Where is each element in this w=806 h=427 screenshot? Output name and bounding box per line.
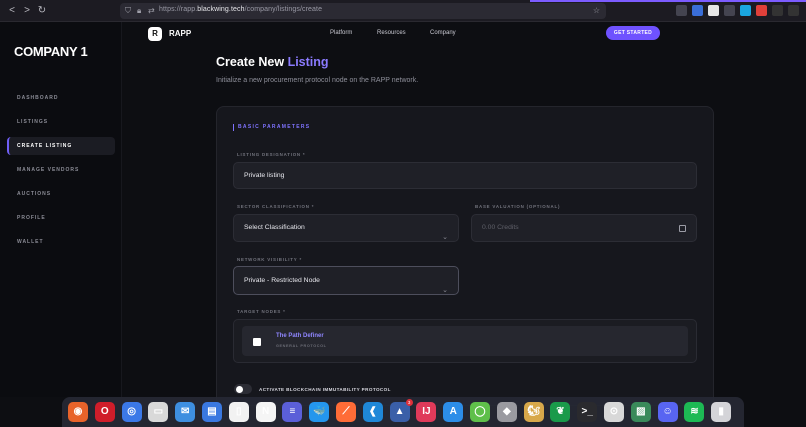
sidebar: COMPANY 1 DASHBOARD LISTINGS CREATE LISTIN…	[0, 22, 122, 397]
immutability-toggle-label: ACTIVATE BLOCKCHAIN IMMUTABILITY PROTOCO…	[259, 387, 391, 392]
section-heading: BASIC PARAMETERS	[233, 124, 310, 131]
toggle-knob	[235, 385, 243, 393]
sidebar-item-create-listing[interactable]: CREATE LISTING	[7, 137, 115, 155]
rapp-logo-icon[interactable]: R	[148, 27, 162, 41]
mongodb-icon[interactable]: ❦	[550, 402, 571, 422]
sidebar-item-manage-vendors[interactable]: MANAGE VENDORS	[7, 161, 115, 179]
sector-select[interactable]: Select Classification ⌄	[233, 214, 459, 242]
browser-toolbar: < > ↻ ⛉ 🔒︎ ⇄ https://rapp.blackwing.tech…	[0, 0, 806, 22]
sidebar-item-profile[interactable]: PROFILE	[7, 209, 115, 227]
nav-link-company[interactable]: Company	[430, 30, 456, 36]
page-load-progress	[530, 0, 806, 2]
visibility-select-value: Private - Restricted Node	[244, 277, 320, 284]
postman-icon[interactable]: ⟋	[336, 402, 356, 422]
sidebar-item-dashboard[interactable]: DASHBOARD	[7, 89, 115, 107]
target-nodes-list: The Path Definer GENERAL PROTOCOL	[233, 319, 697, 363]
chromium-icon[interactable]: ◎	[121, 402, 142, 422]
sidebar-item-wallet[interactable]: WALLET	[7, 233, 115, 251]
chevron-down-icon: ⌄	[442, 287, 448, 294]
lock-icon[interactable]: 🔒︎	[137, 6, 141, 16]
reload-icon[interactable]: ↻	[36, 5, 48, 17]
logo-text[interactable]: RAPP	[169, 29, 191, 38]
page-subtitle: Initialize a new procurement protocol no…	[216, 77, 419, 84]
avatar-icon[interactable]	[708, 5, 719, 16]
red-ext-icon[interactable]	[756, 5, 767, 16]
permissions-icon[interactable]: ⇄	[148, 6, 155, 16]
opera-icon[interactable]: O	[94, 402, 115, 422]
valuation-label: BASE VALUATION (OPTIONAL)	[475, 204, 561, 209]
download-icon[interactable]	[692, 5, 703, 16]
shield-icon[interactable]: ⛉	[125, 6, 131, 16]
vscode-icon[interactable]: ❰	[362, 402, 383, 422]
menu-icon[interactable]	[788, 5, 799, 16]
files-icon[interactable]: ▭	[148, 402, 169, 422]
pocket-icon[interactable]	[772, 5, 783, 16]
app-store-icon[interactable]: A	[443, 402, 464, 422]
node-protocol: GENERAL PROTOCOL	[276, 344, 327, 348]
mail-icon[interactable]: ✉	[175, 402, 196, 422]
discord-icon[interactable]: ☺	[657, 402, 678, 422]
back-icon[interactable]: <	[6, 5, 18, 17]
designation-input[interactable]: Private listing	[233, 162, 697, 189]
notion-icon[interactable]: N	[255, 402, 276, 422]
page-title: Create New Listing	[216, 55, 329, 69]
visibility-select[interactable]: Private - Restricted Node ⌄	[233, 266, 459, 295]
designation-label: LISTING DESIGNATION *	[237, 152, 306, 157]
sidebar-item-auctions[interactable]: AUCTIONS	[7, 185, 115, 203]
pdf-icon[interactable]: ▯	[228, 402, 249, 422]
docker-icon[interactable]: 🐳	[309, 402, 330, 422]
diamond-icon[interactable]	[740, 5, 751, 16]
spotify-icon[interactable]: ≋	[684, 402, 705, 422]
visibility-label: NETWORK VISIBILITY *	[237, 257, 302, 262]
bookmark-star-icon[interactable]: ☆	[593, 6, 600, 16]
target-nodes-label: TARGET NODES *	[237, 309, 286, 314]
image-viewer-icon[interactable]: ▨	[630, 402, 651, 422]
firefox-icon[interactable]: ◉	[68, 402, 88, 422]
taskbar-dock: ◉ O ◎ ▭ ✉ ▤ ▯ N ≡ 🐳 ⟋ ❰ ▲ 3 IJ A ◯ ◆ 🐿 ❦ >_ ⊙ ▨ ☺ ≋ ▮	[62, 397, 744, 427]
cube-app-icon[interactable]: ◆	[496, 402, 517, 422]
company-name: COMPANY 1	[14, 44, 88, 59]
chevron-down-icon: ⌄	[442, 234, 448, 241]
sector-select-value: Select Classification	[244, 224, 305, 231]
trash-icon[interactable]: ▮	[711, 402, 732, 422]
listing-form-card: BASIC PARAMETERS LISTING DESIGNATION * P…	[216, 106, 714, 406]
node-checkbox[interactable]	[253, 338, 261, 346]
forward-icon[interactable]: >	[21, 5, 33, 17]
immutability-toggle[interactable]	[234, 384, 252, 394]
sector-label: SECTOR CLASSIFICATION *	[237, 204, 315, 209]
shield-icon[interactable]	[676, 5, 687, 16]
text-editor-icon[interactable]: ≡	[282, 402, 303, 422]
node-option[interactable]: The Path Definer GENERAL PROTOCOL	[242, 326, 688, 356]
node-name: The Path Definer	[276, 333, 324, 339]
docs-icon[interactable]: ▤	[202, 402, 222, 422]
dbeaver-icon[interactable]: 🐿	[523, 402, 544, 422]
notification-badge: 3	[405, 399, 413, 406]
address-bar[interactable]: ⛉ 🔒︎ ⇄ https://rapp.blackwing.tech/compa…	[120, 3, 606, 19]
nav-link-resources[interactable]: Resources	[377, 30, 406, 36]
top-navigation: R RAPP Platform Resources Company GET ST…	[122, 22, 806, 46]
terminal-icon[interactable]: >_	[577, 402, 598, 422]
jetbrains-icon[interactable]: IJ	[416, 402, 437, 422]
url-text: https://rapp.blackwing.tech/company/list…	[159, 6, 323, 13]
nav-link-platform[interactable]: Platform	[330, 30, 352, 36]
circle-app-icon[interactable]: ◯	[470, 402, 490, 422]
number-stepper-icon[interactable]	[679, 225, 686, 232]
puzzle-icon[interactable]	[724, 5, 735, 16]
valuation-placeholder: 0.00 Credits	[482, 224, 519, 231]
sidebar-item-listings[interactable]: LISTINGS	[7, 113, 115, 131]
valuation-input[interactable]: 0.00 Credits	[471, 214, 697, 242]
get-started-button[interactable]: GET STARTED	[606, 26, 660, 40]
toggle-app-icon[interactable]: ⊙	[604, 402, 624, 422]
